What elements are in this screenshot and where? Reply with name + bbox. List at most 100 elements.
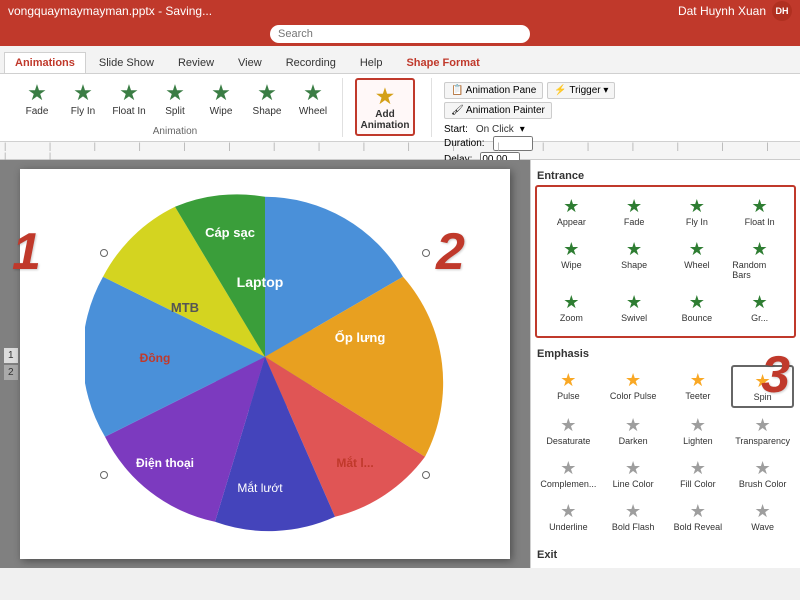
tab-view[interactable]: View	[227, 52, 273, 73]
anim-swivel[interactable]: ★ Swivel	[604, 287, 665, 328]
anim-boldreveal[interactable]: ★ Bold Reveal	[667, 496, 730, 537]
anim-appear[interactable]: ★ Appear	[541, 191, 602, 232]
ribbon-btn-floatin[interactable]: ★ Float In	[108, 78, 150, 119]
wipe-anim-icon: ★	[563, 239, 579, 260]
anim-teeter[interactable]: ★ Teeter	[667, 365, 730, 408]
slide-number-2[interactable]: 2	[4, 365, 18, 380]
underline-icon: ★	[560, 501, 576, 522]
ribbon-btn-shape[interactable]: ★ Shape	[246, 78, 288, 119]
split-icon: ★	[165, 80, 185, 106]
slide-panel: 1 2	[4, 348, 18, 380]
bounce-icon: ★	[689, 292, 705, 313]
anim-wipe[interactable]: ★ Wipe	[541, 234, 602, 285]
floatin-anim-icon: ★	[752, 196, 768, 217]
wipe-icon: ★	[211, 80, 231, 106]
pie-chart: Laptop Ốp lưng Mắt l... Mắt lướt Điện th…	[85, 177, 445, 537]
anim-randombars[interactable]: ★ Random Bars	[729, 234, 790, 285]
tab-animations[interactable]: Animations	[4, 52, 86, 73]
matlot-label: Mắt l...	[336, 455, 373, 470]
anim-lighten[interactable]: ★ Lighten	[667, 410, 730, 451]
user-area: Dat Huynh Xuan DH	[678, 1, 792, 21]
add-animation-button[interactable]: ★ AddAnimation	[355, 78, 415, 136]
floatin-icon: ★	[119, 80, 139, 106]
anim-fade[interactable]: ★ Fade	[604, 191, 665, 232]
linecolor-icon: ★	[625, 458, 641, 479]
ribbon-btn-flyin[interactable]: ★ Fly In	[62, 78, 104, 119]
anim-zoom[interactable]: ★ Zoom	[541, 287, 602, 328]
dong-label: Đồng	[140, 351, 171, 365]
entrance-section-title: Entrance	[535, 164, 796, 185]
darken-icon: ★	[625, 415, 641, 436]
start-control: Start: On Click ▾	[444, 124, 615, 135]
swivel-icon: ★	[626, 292, 642, 313]
anim-underline[interactable]: ★ Underline	[537, 496, 600, 537]
randombars-icon: ★	[752, 239, 768, 260]
oplungbg-label: Ốp lưng	[335, 330, 386, 345]
matluot-label: Mắt lướt	[237, 480, 283, 495]
anim-boldflash[interactable]: ★ Bold Flash	[602, 496, 665, 537]
anim-flyin[interactable]: ★ Fly In	[667, 191, 728, 232]
animation-panel: 3 Entrance ★ Appear ★ Fade ★ Fly In ★	[530, 160, 800, 568]
trigger-button[interactable]: ⚡ Trigger ▾	[547, 82, 615, 99]
wheel-anim-icon: ★	[689, 239, 705, 260]
animation-painter-button[interactable]: 🖌 Animation Painter	[444, 102, 552, 119]
anim-floatin[interactable]: ★ Float In	[729, 191, 790, 232]
ribbon-btn-wheel[interactable]: ★ Wheel	[292, 78, 334, 119]
ribbon-btn-wipe[interactable]: ★ Wipe	[200, 78, 242, 119]
titlebar: vongquaymaymayman.pptx - Saving... Dat H…	[0, 0, 800, 22]
anim-wave[interactable]: ★ Wave	[731, 496, 794, 537]
anim-gr[interactable]: ★ Gr...	[729, 287, 790, 328]
slide-area: 1 2 1 2	[0, 160, 530, 568]
brushcolor-icon: ★	[755, 458, 771, 479]
spin-icon: ★	[755, 371, 771, 392]
searchbar	[0, 22, 800, 46]
tab-slideshow[interactable]: Slide Show	[88, 52, 165, 73]
anim-brushcolor[interactable]: ★ Brush Color	[731, 453, 794, 494]
shape-icon: ★	[257, 80, 277, 106]
wave-icon: ★	[755, 501, 771, 522]
search-input[interactable]	[270, 25, 530, 43]
exit-section-title: Exit	[535, 543, 796, 564]
anim-desaturate[interactable]: ★ Desaturate	[537, 410, 600, 451]
tab-review[interactable]: Review	[167, 52, 225, 73]
filename-label: vongquaymaymayman.pptx - Saving...	[8, 4, 212, 18]
boldreveal-icon: ★	[690, 501, 706, 522]
entrance-grid: ★ Appear ★ Fade ★ Fly In ★ Float In ★	[541, 191, 790, 328]
dienthoai-label: Điện thoại	[136, 456, 194, 470]
animation-pane-button[interactable]: 📋 Animation Pane	[444, 82, 543, 99]
tab-shape-format[interactable]: Shape Format	[395, 52, 490, 73]
zoom-icon: ★	[563, 292, 579, 313]
anim-spin[interactable]: ★ Spin	[731, 365, 794, 408]
tab-help[interactable]: Help	[349, 52, 394, 73]
ribbon-btn-fade[interactable]: ★ Fade	[16, 78, 58, 119]
anim-darken[interactable]: ★ Darken	[602, 410, 665, 451]
add-animation-icon: ★	[376, 84, 394, 109]
tab-recording[interactable]: Recording	[275, 52, 347, 73]
shape-anim-icon: ★	[626, 239, 642, 260]
ribbon: ★ Fade ★ Fly In ★ Float In ★ Split ★ Wip…	[0, 74, 800, 142]
desaturate-icon: ★	[560, 415, 576, 436]
anim-exit-2[interactable]: ▲	[601, 564, 665, 568]
anim-fillcolor[interactable]: ★ Fill Color	[667, 453, 730, 494]
colorpulse-icon: ★	[625, 370, 641, 391]
anim-transparency[interactable]: ★ Transparency	[731, 410, 794, 451]
ribbon-animation-buttons: ★ Fade ★ Fly In ★ Float In ★ Split ★ Wip…	[16, 78, 334, 119]
anim-exit-1[interactable]: ★	[535, 564, 599, 568]
anim-colorpulse[interactable]: ★ Color Pulse	[602, 365, 665, 408]
anim-bounce[interactable]: ★ Bounce	[667, 287, 728, 328]
entrance-box: ★ Appear ★ Fade ★ Fly In ★ Float In ★	[535, 185, 796, 338]
capsac-label: Cáp sạc	[205, 225, 255, 240]
ribbon-btn-split[interactable]: ★ Split	[154, 78, 196, 119]
fade-icon: ★	[27, 80, 47, 106]
anim-shape[interactable]: ★ Shape	[604, 234, 665, 285]
anim-wheel[interactable]: ★ Wheel	[667, 234, 728, 285]
slide-number-1[interactable]: 1	[4, 348, 18, 363]
anim-linecolor[interactable]: ★ Line Color	[602, 453, 665, 494]
mtb-label: MTB	[171, 300, 199, 315]
teeter-icon: ★	[690, 370, 706, 391]
start-label: Start:	[444, 124, 468, 135]
anim-exit-3[interactable]: ▲	[667, 564, 731, 568]
anim-pulse[interactable]: ★ Pulse	[537, 365, 600, 408]
anim-complement[interactable]: ★ Complemen...	[537, 453, 600, 494]
flyin-anim-icon: ★	[689, 196, 705, 217]
